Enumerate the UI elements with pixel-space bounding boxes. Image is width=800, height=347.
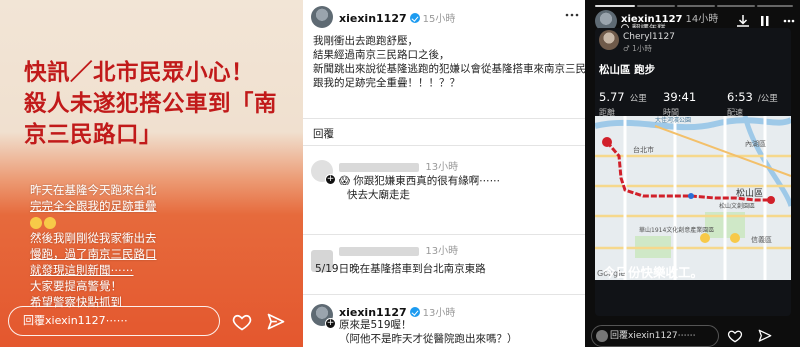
story-controls[interactable] <box>735 14 795 28</box>
story-right-panel: xiexin112714小時 翻譯年糕 Cheryl1127 ♂ 1小時 松山區… <box>585 0 800 347</box>
send-icon[interactable] <box>266 312 286 332</box>
avatar <box>596 330 608 342</box>
post-line: 我剛衝出去跑跑舒壓， <box>313 35 418 47</box>
comment-time: 13小時 <box>422 308 456 319</box>
stat-value: 5.77 <box>599 90 625 104</box>
map-label: 大佳河濱公園 <box>655 116 691 124</box>
map-label: 松山文創園區 <box>719 202 755 210</box>
shared-time: ♂ 1小時 <box>623 44 652 53</box>
post-body: 我剛衝出去跑跑舒壓， 結果經過南京三民路口之後， 新聞跳出來說從基隆逃跑的犯嫌以… <box>313 34 585 90</box>
story-line: 慢跑，過了南京三民路口 <box>30 247 157 261</box>
story-reply-input[interactable]: 回覆xiexin1127⋯⋯ <box>8 306 220 336</box>
story-progress-bar <box>595 5 793 7</box>
comment-time: 13小時 <box>425 246 459 257</box>
blurred-username <box>339 162 419 172</box>
stat-time: 39:41 時間 <box>663 86 723 118</box>
story-line: 就發現這則新聞⋯⋯ <box>30 263 134 277</box>
replies-tab[interactable]: 回覆 <box>313 126 334 141</box>
post-line: 跟我的足跡完全重疊！！！？？ <box>313 77 460 89</box>
comment-line: 5/19日晚在基隆搭車到台北南京東路 <box>315 263 486 275</box>
divider <box>303 118 585 119</box>
threads-post-panel: xiexin1127 15小時 我剛衝出去跑跑舒壓， 結果經過南京三民路口之後， … <box>303 0 585 347</box>
start-pin-icon <box>602 137 612 147</box>
verified-badge-icon <box>409 13 420 23</box>
headline-line: 快訊／北市民眾小心！ <box>24 60 255 86</box>
blurred-username <box>339 246 419 256</box>
map-label: 信義區 <box>751 235 772 244</box>
comment-line: 😱 你跟犯嫌東西真的很有緣啊⋯⋯ <box>339 175 501 187</box>
avatar[interactable] <box>311 6 333 28</box>
run-caption: 今日份快樂收工。 <box>603 265 704 280</box>
emoji-icon <box>700 233 710 243</box>
send-icon[interactable] <box>757 329 773 343</box>
comment-time: 13小時 <box>425 162 459 173</box>
headline-line: 殺人未遂犯搭公車到「南 <box>24 91 278 117</box>
shared-username[interactable]: Cheryl1127 <box>623 32 675 42</box>
avatar[interactable] <box>599 30 619 50</box>
more-options-icon[interactable] <box>565 12 579 18</box>
shared-run-card[interactable]: Cheryl1127 ♂ 1小時 松山區 跑步 5.77 公里 距離 39:41… <box>595 28 791 316</box>
post-line: 結果經過南京三民路口之後， <box>313 49 450 61</box>
emoji-row <box>30 214 200 230</box>
stat-pace: 6:53 /公里 配速 <box>727 86 787 118</box>
map-label: 華山1914文化創意產業園區 <box>639 226 714 234</box>
divider <box>303 145 585 146</box>
pause-icon <box>761 16 769 26</box>
story-line: 完完全全跟我的足跡重疊 <box>30 199 157 213</box>
heart-icon[interactable] <box>232 312 252 332</box>
comment-line: （阿他不是昨天才從醫院跑出來嗎？） <box>339 333 518 345</box>
emoji-icon <box>30 216 42 229</box>
post-username[interactable]: xiexin1127 <box>339 12 407 25</box>
post-time: 15小時 <box>422 14 456 25</box>
headline-line: 京三民路口」 <box>24 122 163 148</box>
emoji-icon <box>44 216 56 229</box>
emoji-icon <box>730 233 740 243</box>
story-caption: 昨天在基隆今天跑來台北 完完全全跟我的足跡重疊 然後我剛剛從我家衝出去 慢跑，過… <box>30 182 200 310</box>
comment-header: 13小時 <box>339 244 458 259</box>
story-line: 大家要提高警覺！ <box>30 279 122 293</box>
post-line: 新聞跳出來說從基隆逃跑的犯嫌以會從基隆搭車來南京三民了， <box>313 63 585 75</box>
story-reply-input[interactable]: 回覆xiexin1127⋯⋯ <box>591 325 719 347</box>
story-line: 昨天在基隆今天跑來台北 <box>30 183 157 197</box>
divider <box>303 234 585 235</box>
comment-header: 13小時 <box>339 160 458 175</box>
comment-line: 快去大廟走走 <box>347 189 410 201</box>
follow-plus-icon[interactable]: + <box>325 174 336 185</box>
divider <box>303 294 585 295</box>
route-map: 松山區 台北市 信義區 內湖區 大佳河濱公園 松山文創園區 華山1914文化創意… <box>595 116 791 280</box>
stat-distance: 5.77 公里 距離 <box>599 86 659 118</box>
map-label: 內湖區 <box>745 139 766 148</box>
heart-icon[interactable] <box>727 329 743 343</box>
story-line: 然後我剛剛從我家衝出去 <box>30 231 157 245</box>
pin-icon: ♂ <box>623 44 630 53</box>
map-label: 松山區 <box>736 187 763 199</box>
more-options-icon <box>783 19 795 23</box>
comment-author[interactable]: xiexin1127 13小時 <box>339 304 455 319</box>
stat-value: 39:41 <box>663 90 697 104</box>
download-icon <box>737 15 749 27</box>
post-author[interactable]: xiexin1127 15小時 <box>339 10 455 25</box>
follow-plus-icon[interactable]: + <box>325 318 336 329</box>
stat-unit: 公里 <box>629 94 647 104</box>
stat-value: 6:53 <box>727 90 753 104</box>
stat-unit: /公里 <box>757 94 778 104</box>
story-time: 14小時 <box>685 14 719 25</box>
comment-line: 原來是519喔！ <box>339 319 412 331</box>
verified-badge-icon <box>409 307 420 317</box>
map-label: 台北市 <box>633 145 654 154</box>
end-pin-icon <box>767 196 775 204</box>
reply-placeholder: 回覆xiexin1127⋯⋯ <box>610 331 696 341</box>
story-left-panel: 快訊／北市民眾小心！ 殺人未遂犯搭公車到「南 京三民路口」 昨天在基隆今天跑來台… <box>0 0 303 347</box>
story-headline: 快訊／北市民眾小心！ 殺人未遂犯搭公車到「南 京三民路口」 <box>24 58 294 151</box>
run-title: 松山區 跑步 <box>599 64 656 76</box>
